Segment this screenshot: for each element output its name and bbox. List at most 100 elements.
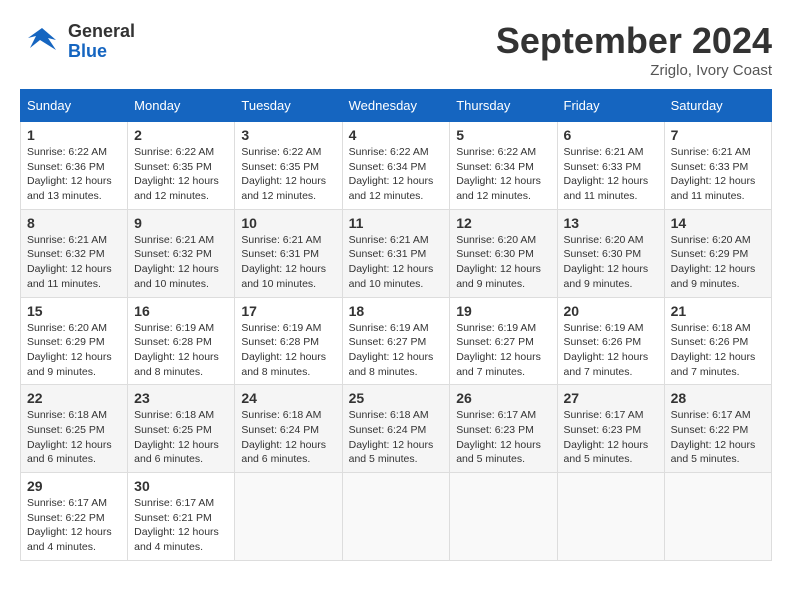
calendar-cell: 9 Sunrise: 6:21 AMSunset: 6:32 PMDaylight… <box>128 209 235 297</box>
day-info: Sunrise: 6:19 AMSunset: 6:28 PMDaylight:… <box>241 321 335 380</box>
calendar-cell <box>235 473 342 561</box>
day-info: Sunrise: 6:21 AMSunset: 6:33 PMDaylight:… <box>671 145 765 204</box>
weekday-header-tuesday: Tuesday <box>235 90 342 122</box>
calendar-cell: 19Sunrise: 6:19 AMSunset: 6:27 PMDayligh… <box>450 297 557 385</box>
calendar-cell: 2Sunrise: 6:22 AMSunset: 6:35 PMDaylight… <box>128 122 235 210</box>
day-info: Sunrise: 6:18 AMSunset: 6:26 PMDaylight:… <box>671 321 765 380</box>
day-info: Sunrise: 6:18 AMSunset: 6:25 PMDaylight:… <box>134 408 228 467</box>
title-section: September 2024 Zriglo, Ivory Coast <box>496 20 772 79</box>
day-number: 27 <box>564 390 658 406</box>
day-info: Sunrise: 6:21 AMSunset: 6:33 PMDaylight:… <box>564 145 658 204</box>
day-info: Sunrise: 6:19 AMSunset: 6:27 PMDaylight:… <box>349 321 444 380</box>
weekday-header-monday: Monday <box>128 90 235 122</box>
calendar-cell: 8Sunrise: 6:21 AMSunset: 6:32 PMDaylight… <box>21 209 128 297</box>
day-number: 17 <box>241 303 335 319</box>
day-info: Sunrise: 6:20 AMSunset: 6:30 PMDaylight:… <box>564 233 658 292</box>
calendar-week-1: 1Sunrise: 6:22 AMSunset: 6:36 PMDaylight… <box>21 122 772 210</box>
calendar-cell <box>342 473 450 561</box>
calendar-week-2: 8Sunrise: 6:21 AMSunset: 6:32 PMDaylight… <box>21 209 772 297</box>
day-number: 22 <box>27 390 121 406</box>
day-info: Sunrise: 6:19 AMSunset: 6:28 PMDaylight:… <box>134 321 228 380</box>
calendar-cell: 23 Sunrise: 6:18 AMSunset: 6:25 PMDayligh… <box>128 385 235 473</box>
day-number: 24 <box>241 390 335 406</box>
day-number: 7 <box>671 127 765 143</box>
day-number: 30 <box>134 478 228 494</box>
day-number: 2 <box>134 127 228 143</box>
day-info: Sunrise: 6:20 AMSunset: 6:29 PMDaylight:… <box>27 321 121 380</box>
day-info: Sunrise: 6:21 AMSunset: 6:32 PMDaylight:… <box>27 233 121 292</box>
calendar-cell: 10 Sunrise: 6:21 AMSunset: 6:31 PMDayligh… <box>235 209 342 297</box>
calendar-cell <box>664 473 771 561</box>
calendar-week-3: 15 Sunrise: 6:20 AMSunset: 6:29 PMDayligh… <box>21 297 772 385</box>
calendar-cell: 20 Sunrise: 6:19 AMSunset: 6:26 PMDayligh… <box>557 297 664 385</box>
calendar-cell: 18 Sunrise: 6:19 AMSunset: 6:27 PMDayligh… <box>342 297 450 385</box>
calendar-cell: 4 Sunrise: 6:22 AMSunset: 6:34 PMDaylight… <box>342 122 450 210</box>
day-info: Sunrise: 6:21 AMSunset: 6:31 PMDaylight:… <box>241 233 335 292</box>
day-number: 28 <box>671 390 765 406</box>
weekday-header-friday: Friday <box>557 90 664 122</box>
day-number: 5 <box>456 127 550 143</box>
calendar-cell <box>557 473 664 561</box>
page-header: General Blue September 2024 Zriglo, Ivor… <box>20 20 772 79</box>
day-number: 25 <box>349 390 444 406</box>
weekday-header-sunday: Sunday <box>21 90 128 122</box>
day-number: 6 <box>564 127 658 143</box>
calendar-cell: 28 Sunrise: 6:17 AMSunset: 6:22 PMDayligh… <box>664 385 771 473</box>
calendar-cell: 27 Sunrise: 6:17 AMSunset: 6:23 PMDayligh… <box>557 385 664 473</box>
calendar-cell: 24 Sunrise: 6:18 AMSunset: 6:24 PMDayligh… <box>235 385 342 473</box>
location: Zriglo, Ivory Coast <box>496 62 772 79</box>
day-info: Sunrise: 6:21 AMSunset: 6:32 PMDaylight:… <box>134 233 228 292</box>
day-number: 20 <box>564 303 658 319</box>
day-info: Sunrise: 6:22 AMSunset: 6:34 PMDaylight:… <box>456 145 550 204</box>
day-info: Sunrise: 6:18 AMSunset: 6:24 PMDaylight:… <box>349 408 444 467</box>
day-info: Sunrise: 6:19 AMSunset: 6:27 PMDaylight:… <box>456 321 550 380</box>
calendar-cell: 30Sunrise: 6:17 AMSunset: 6:21 PMDayligh… <box>128 473 235 561</box>
day-number: 15 <box>27 303 121 319</box>
calendar-cell <box>450 473 557 561</box>
day-number: 9 <box>134 215 228 231</box>
weekday-header-thursday: Thursday <box>450 90 557 122</box>
day-number: 4 <box>349 127 444 143</box>
calendar-cell: 5 Sunrise: 6:22 AMSunset: 6:34 PMDaylight… <box>450 122 557 210</box>
day-number: 23 <box>134 390 228 406</box>
logo-text-block: General Blue <box>68 22 135 62</box>
day-number: 18 <box>349 303 444 319</box>
calendar-cell: 21 Sunrise: 6:18 AMSunset: 6:26 PMDayligh… <box>664 297 771 385</box>
day-info: Sunrise: 6:17 AMSunset: 6:23 PMDaylight:… <box>564 408 658 467</box>
day-info: Sunrise: 6:18 AMSunset: 6:25 PMDaylight:… <box>27 408 121 467</box>
weekday-header-wednesday: Wednesday <box>342 90 450 122</box>
day-info: Sunrise: 6:18 AMSunset: 6:24 PMDaylight:… <box>241 408 335 467</box>
logo-blue: Blue <box>68 42 107 62</box>
calendar-cell: 13Sunrise: 6:20 AMSunset: 6:30 PMDayligh… <box>557 209 664 297</box>
calendar-cell: 3 Sunrise: 6:22 AMSunset: 6:35 PMDaylight… <box>235 122 342 210</box>
day-number: 29 <box>27 478 121 494</box>
day-info: Sunrise: 6:22 AMSunset: 6:35 PMDaylight:… <box>241 145 335 204</box>
calendar-cell: 25 Sunrise: 6:18 AMSunset: 6:24 PMDayligh… <box>342 385 450 473</box>
day-info: Sunrise: 6:22 AMSunset: 6:34 PMDaylight:… <box>349 145 444 204</box>
month-title: September 2024 <box>496 20 772 62</box>
day-info: Sunrise: 6:19 AMSunset: 6:26 PMDaylight:… <box>564 321 658 380</box>
calendar-cell: 12Sunrise: 6:20 AMSunset: 6:30 PMDayligh… <box>450 209 557 297</box>
calendar-cell: 1Sunrise: 6:22 AMSunset: 6:36 PMDaylight… <box>21 122 128 210</box>
calendar-cell: 7 Sunrise: 6:21 AMSunset: 6:33 PMDaylight… <box>664 122 771 210</box>
day-number: 16 <box>134 303 228 319</box>
day-info: Sunrise: 6:17 AMSunset: 6:22 PMDaylight:… <box>671 408 765 467</box>
calendar-cell: 16 Sunrise: 6:19 AMSunset: 6:28 PMDayligh… <box>128 297 235 385</box>
day-number: 12 <box>456 215 550 231</box>
calendar-table: SundayMondayTuesdayWednesdayThursdayFrid… <box>20 89 772 561</box>
day-number: 11 <box>349 215 444 231</box>
weekday-header-saturday: Saturday <box>664 90 771 122</box>
weekday-header-row: SundayMondayTuesdayWednesdayThursdayFrid… <box>21 90 772 122</box>
day-number: 3 <box>241 127 335 143</box>
calendar-cell: 29Sunrise: 6:17 AMSunset: 6:22 PMDayligh… <box>21 473 128 561</box>
calendar-week-4: 22 Sunrise: 6:18 AMSunset: 6:25 PMDayligh… <box>21 385 772 473</box>
day-number: 10 <box>241 215 335 231</box>
calendar-cell: 6 Sunrise: 6:21 AMSunset: 6:33 PMDaylight… <box>557 122 664 210</box>
calendar-cell: 11Sunrise: 6:21 AMSunset: 6:31 PMDayligh… <box>342 209 450 297</box>
logo: General Blue <box>20 20 135 64</box>
calendar-cell: 26Sunrise: 6:17 AMSunset: 6:23 PMDayligh… <box>450 385 557 473</box>
day-number: 1 <box>27 127 121 143</box>
calendar-cell: 15 Sunrise: 6:20 AMSunset: 6:29 PMDayligh… <box>21 297 128 385</box>
calendar-cell: 17 Sunrise: 6:19 AMSunset: 6:28 PMDayligh… <box>235 297 342 385</box>
day-number: 21 <box>671 303 765 319</box>
